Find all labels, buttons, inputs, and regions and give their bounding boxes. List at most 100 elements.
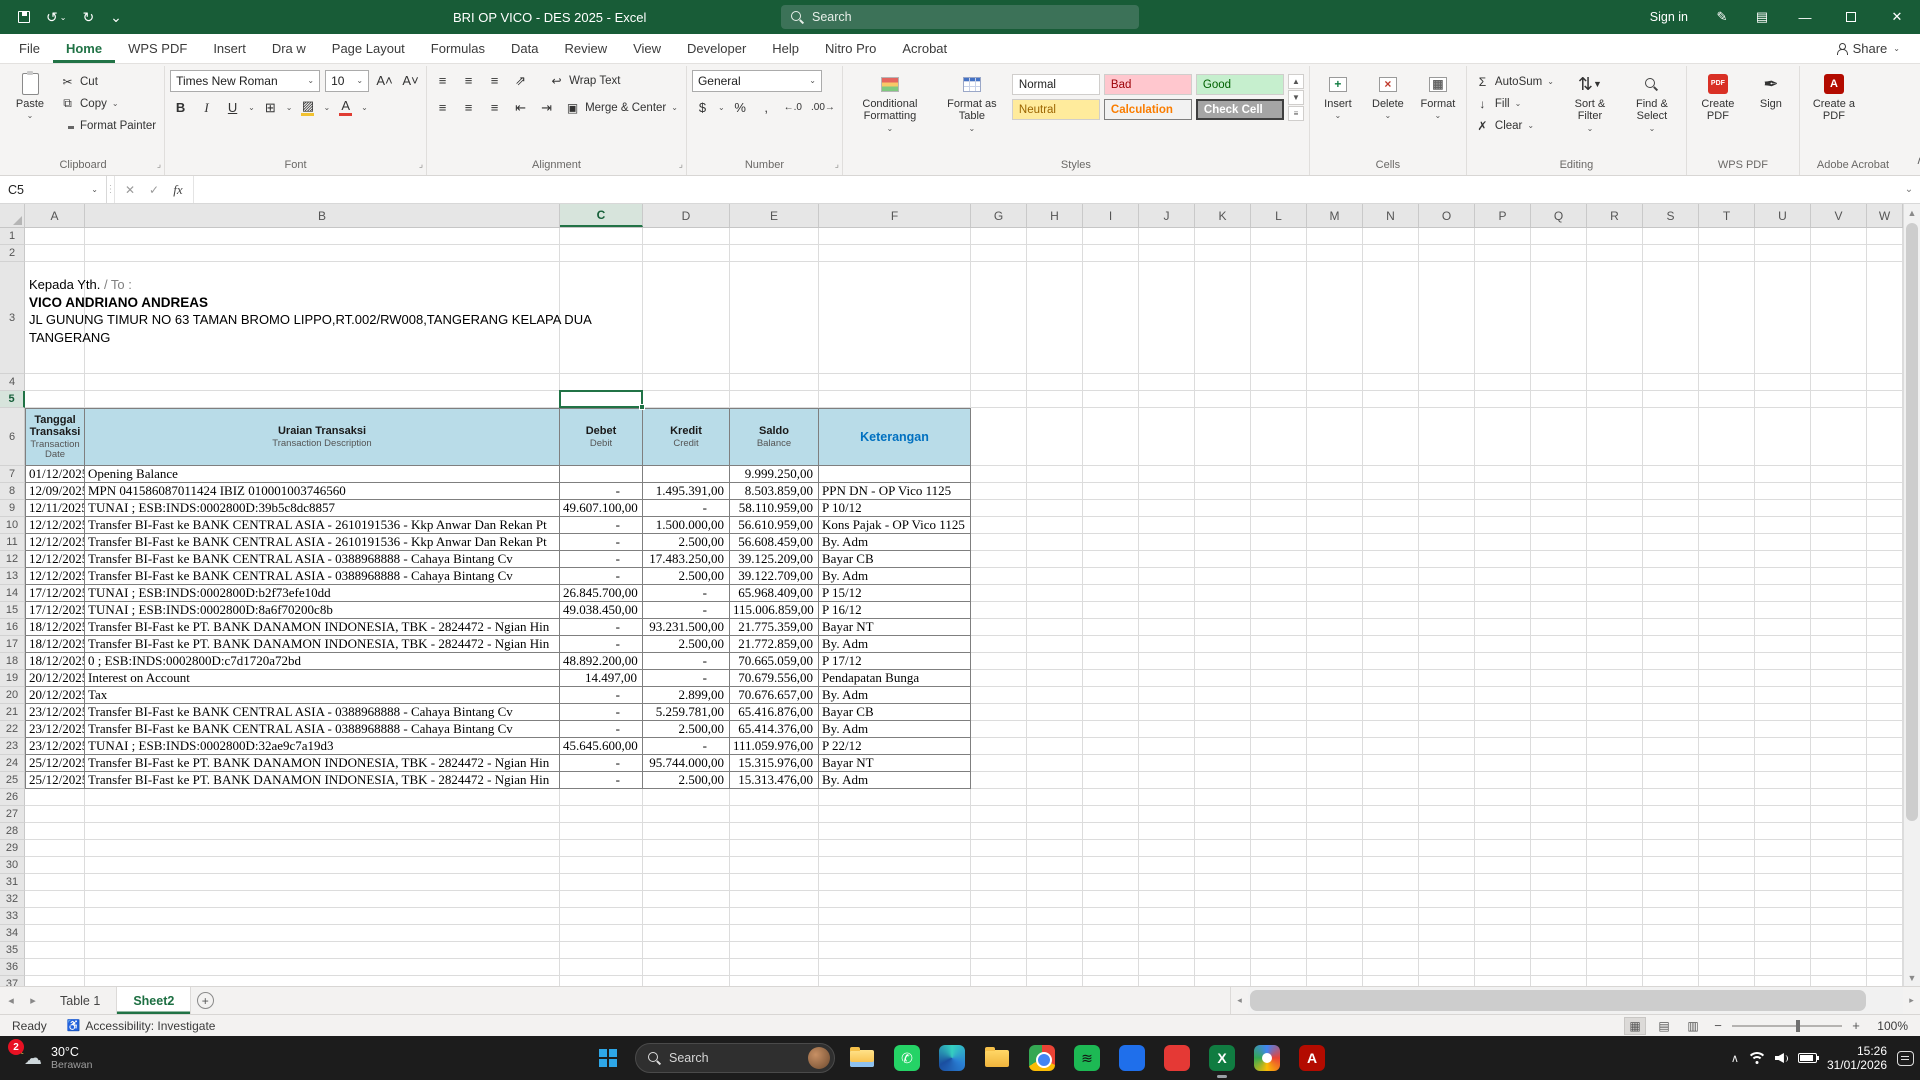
cell-O18[interactable]	[1419, 653, 1475, 670]
cell-T8[interactable]	[1699, 483, 1755, 500]
cell-F17[interactable]: By. Adm	[819, 636, 971, 653]
cell-L20[interactable]	[1251, 687, 1307, 704]
cell-Q20[interactable]	[1531, 687, 1587, 704]
row-header-15[interactable]: 15	[0, 602, 25, 619]
cell-E20[interactable]: 70.676.657,00	[730, 687, 819, 704]
cell-V26[interactable]	[1811, 789, 1867, 806]
cell-N29[interactable]	[1363, 840, 1419, 857]
cell-I15[interactable]	[1083, 602, 1139, 619]
cell-W4[interactable]	[1867, 374, 1903, 391]
cell-V3[interactable]	[1811, 262, 1867, 374]
cell-S15[interactable]	[1643, 602, 1699, 619]
cell-U1[interactable]	[1755, 228, 1811, 245]
cell-T11[interactable]	[1699, 534, 1755, 551]
cell-N6[interactable]	[1363, 408, 1419, 466]
cell-D15[interactable]: -	[643, 602, 730, 619]
cell-Q25[interactable]	[1531, 772, 1587, 789]
cell-O4[interactable]	[1419, 374, 1475, 391]
cell-S16[interactable]	[1643, 619, 1699, 636]
select-all-corner[interactable]	[0, 204, 25, 227]
cell-E21[interactable]: 65.416.876,00	[730, 704, 819, 721]
cell-P31[interactable]	[1475, 874, 1531, 891]
cell-F36[interactable]	[819, 959, 971, 976]
cell-H8[interactable]	[1027, 483, 1083, 500]
cell-I12[interactable]	[1083, 551, 1139, 568]
cell-H30[interactable]	[1027, 857, 1083, 874]
cell-G2[interactable]	[971, 245, 1027, 262]
cell-G7[interactable]	[971, 466, 1027, 483]
cell-P37[interactable]	[1475, 976, 1531, 986]
cell-L28[interactable]	[1251, 823, 1307, 840]
cell-S11[interactable]	[1643, 534, 1699, 551]
cell-H2[interactable]	[1027, 245, 1083, 262]
cell-N15[interactable]	[1363, 602, 1419, 619]
customize-quick-access-icon[interactable]: ⌄	[110, 9, 122, 26]
cell-W31[interactable]	[1867, 874, 1903, 891]
cell-S23[interactable]	[1643, 738, 1699, 755]
cell-R4[interactable]	[1587, 374, 1643, 391]
cell-S18[interactable]	[1643, 653, 1699, 670]
cell-M37[interactable]	[1307, 976, 1363, 986]
column-header-V[interactable]: V	[1811, 204, 1867, 227]
share-button[interactable]: Share ⌄	[1816, 34, 1920, 63]
row-header-33[interactable]: 33	[0, 908, 25, 925]
cell-F23[interactable]: P 22/12	[819, 738, 971, 755]
alignment-dialog-launcher[interactable]: ⌟	[679, 159, 683, 170]
cell-G21[interactable]	[971, 704, 1027, 721]
row-header-1[interactable]: 1	[0, 228, 25, 245]
cell-I27[interactable]	[1083, 806, 1139, 823]
column-header-F[interactable]: F	[819, 204, 971, 227]
cell-M6[interactable]	[1307, 408, 1363, 466]
cell-E18[interactable]: 70.665.059,00	[730, 653, 819, 670]
gallery-more-icon[interactable]: ≡	[1288, 106, 1304, 121]
cell-N5[interactable]	[1363, 391, 1419, 408]
notification-icon[interactable]	[1897, 1051, 1914, 1066]
cell-B31[interactable]	[85, 874, 560, 891]
cell-O33[interactable]	[1419, 908, 1475, 925]
cell-P29[interactable]	[1475, 840, 1531, 857]
cell-D35[interactable]	[643, 942, 730, 959]
font-family-combo[interactable]: Times New Roman⌄	[170, 70, 320, 92]
cell-G22[interactable]	[971, 721, 1027, 738]
cell-D22[interactable]: 2.500,00	[643, 721, 730, 738]
cell-T27[interactable]	[1699, 806, 1755, 823]
cell-O13[interactable]	[1419, 568, 1475, 585]
cell-B7[interactable]: Opening Balance	[85, 466, 560, 483]
cell-J14[interactable]	[1139, 585, 1195, 602]
cell-Q19[interactable]	[1531, 670, 1587, 687]
cell-S28[interactable]	[1643, 823, 1699, 840]
column-header-J[interactable]: J	[1139, 204, 1195, 227]
row-header-8[interactable]: 8	[0, 483, 25, 500]
cell-S21[interactable]	[1643, 704, 1699, 721]
scroll-left-icon[interactable]: ◂	[1231, 992, 1248, 1009]
cell-C9[interactable]: 49.607.100,00	[560, 500, 643, 517]
cell-T35[interactable]	[1699, 942, 1755, 959]
column-header-L[interactable]: L	[1251, 204, 1307, 227]
cell-J17[interactable]	[1139, 636, 1195, 653]
cell-L15[interactable]	[1251, 602, 1307, 619]
cell-V6[interactable]	[1811, 408, 1867, 466]
cell-L19[interactable]	[1251, 670, 1307, 687]
cell-F20[interactable]: By. Adm	[819, 687, 971, 704]
cell-H19[interactable]	[1027, 670, 1083, 687]
cell-E26[interactable]	[730, 789, 819, 806]
cell-L35[interactable]	[1251, 942, 1307, 959]
column-header-Q[interactable]: Q	[1531, 204, 1587, 227]
row-header-26[interactable]: 26	[0, 789, 25, 806]
cell-B13[interactable]: Transfer BI-Fast ke BANK CENTRAL ASIA - …	[85, 568, 560, 585]
cell-W13[interactable]	[1867, 568, 1903, 585]
cell-P12[interactable]	[1475, 551, 1531, 568]
cell-D3[interactable]	[643, 262, 730, 374]
cell-O1[interactable]	[1419, 228, 1475, 245]
cell-J34[interactable]	[1139, 925, 1195, 942]
cell-C10[interactable]: -	[560, 517, 643, 534]
cell-K8[interactable]	[1195, 483, 1251, 500]
cell-F11[interactable]: By. Adm	[819, 534, 971, 551]
cell-N26[interactable]	[1363, 789, 1419, 806]
cell-M8[interactable]	[1307, 483, 1363, 500]
cell-Q35[interactable]	[1531, 942, 1587, 959]
cell-K3[interactable]	[1195, 262, 1251, 374]
decrease-decimal-button[interactable]: .00→	[809, 97, 837, 118]
ribbon-tab-wps-pdf[interactable]: WPS PDF	[115, 34, 200, 63]
cell-Q6[interactable]	[1531, 408, 1587, 466]
